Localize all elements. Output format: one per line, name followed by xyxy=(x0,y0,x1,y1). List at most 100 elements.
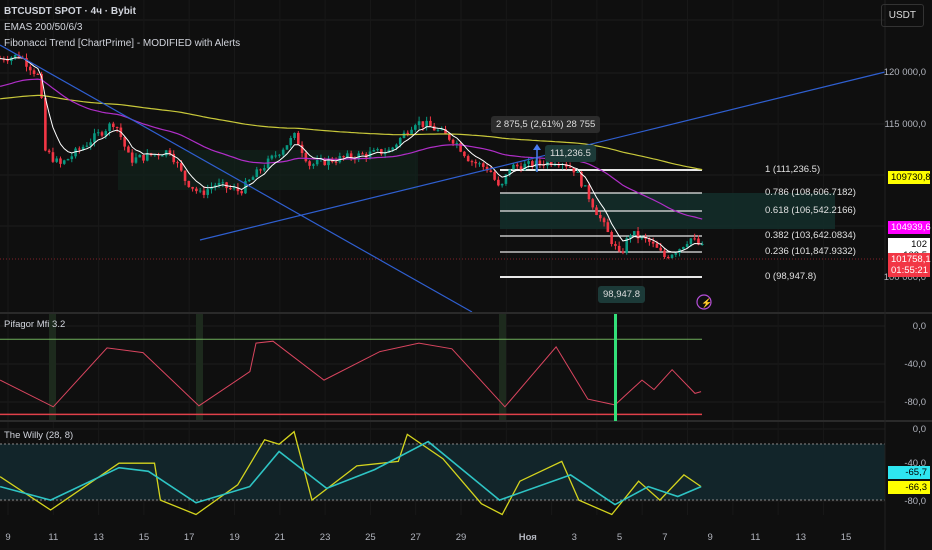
candle xyxy=(51,152,55,162)
candle xyxy=(398,137,402,145)
candle xyxy=(429,120,432,126)
candle xyxy=(89,142,92,146)
time-axis-label: 11 xyxy=(48,532,59,543)
candle xyxy=(436,129,440,131)
candle xyxy=(470,161,474,163)
mfi-title[interactable]: Pifagor Mfi 3.2 xyxy=(4,319,65,330)
candle xyxy=(614,244,617,246)
time-axis-label: 21 xyxy=(274,532,286,543)
price-label: 115 000,0 xyxy=(884,119,926,130)
candle xyxy=(632,231,636,236)
candle xyxy=(693,238,696,240)
time-axis-label: 27 xyxy=(410,532,421,543)
candle xyxy=(270,155,274,159)
candle xyxy=(289,137,293,146)
candle xyxy=(595,207,598,216)
lightning-glyph: ⚡ xyxy=(701,297,712,309)
candle xyxy=(527,161,530,164)
mfi-axis-label: -40,0 xyxy=(904,359,926,370)
willy-fast-tag: -66,3 xyxy=(888,481,930,494)
swing-low-label: 98,947.8 xyxy=(598,286,645,303)
time-axis-label: 15 xyxy=(138,532,150,543)
fib-level-label: 0.786 (108,606.7182) xyxy=(765,187,856,198)
candle xyxy=(414,125,417,130)
candle xyxy=(591,199,595,208)
candle xyxy=(221,182,225,184)
time-axis-label: 13 xyxy=(93,532,104,543)
candle xyxy=(417,121,421,126)
candle xyxy=(274,155,277,157)
candle xyxy=(198,190,202,192)
candle xyxy=(206,189,209,195)
time-axis-label: 9 xyxy=(707,532,713,543)
currency-button[interactable]: USDT xyxy=(880,4,924,27)
price-label: 120 000,0 xyxy=(883,67,926,78)
candle xyxy=(62,160,66,164)
time-axis-label: 23 xyxy=(319,532,331,543)
measure-tooltip: 2 875,5 (2,61%) 28 755 xyxy=(491,116,601,133)
candle xyxy=(538,160,542,165)
ema200-tag: 109730,8 xyxy=(888,171,931,184)
candle xyxy=(263,168,266,171)
candle xyxy=(602,218,606,223)
ema50-tag: 104939,6 xyxy=(888,221,931,234)
symbol-title[interactable]: BTCUSDT SPOT · 4ч · Bybit xyxy=(4,6,136,17)
candle xyxy=(164,150,168,156)
candle xyxy=(100,132,104,136)
time-axis-label: Ноя xyxy=(518,532,537,543)
candle xyxy=(663,250,666,258)
candle xyxy=(346,153,349,158)
indicator-fib-legend[interactable]: Fibonacci Trend [ChartPrime] - MODIFIED … xyxy=(4,38,240,49)
fib-level-label: 0 (98,947.8) xyxy=(765,271,817,282)
candle xyxy=(342,156,345,158)
candle xyxy=(202,190,206,195)
candle xyxy=(78,148,81,150)
candle xyxy=(6,60,9,62)
candle xyxy=(127,146,130,153)
candle xyxy=(583,185,587,187)
candle xyxy=(93,133,96,143)
candle xyxy=(380,149,383,155)
time-axis-label: 9 xyxy=(5,532,11,543)
candle xyxy=(515,164,519,167)
candle xyxy=(655,243,659,248)
candle xyxy=(493,172,496,180)
candle xyxy=(421,121,425,127)
candle xyxy=(312,164,315,166)
candle xyxy=(47,150,51,153)
willy-title[interactable]: The Willy (28, 8) xyxy=(4,430,73,441)
candle xyxy=(229,188,232,190)
indicator-ema-legend[interactable]: EMAS 200/50/6/3 xyxy=(4,22,82,33)
candle xyxy=(478,163,481,165)
fib-level-label: 0.618 (106,542.2166) xyxy=(765,205,856,216)
time-axis-label: 7 xyxy=(662,532,668,543)
candle xyxy=(689,238,693,245)
candle xyxy=(651,241,655,244)
candle xyxy=(278,154,281,156)
candle xyxy=(240,191,243,194)
candle xyxy=(466,156,470,162)
candle xyxy=(232,187,236,189)
mfi-line xyxy=(0,340,702,408)
time-axis-label: 13 xyxy=(795,532,807,543)
candle xyxy=(391,147,394,150)
candle xyxy=(659,247,662,251)
candle xyxy=(108,123,111,132)
candle xyxy=(96,132,100,134)
candle xyxy=(55,158,58,162)
bar-countdown: 01:55:21 xyxy=(891,265,928,276)
candle xyxy=(187,180,191,187)
candle xyxy=(670,254,674,259)
candle xyxy=(112,123,115,127)
measure-arrowhead xyxy=(533,144,541,150)
last-price: 101758,1 xyxy=(891,254,931,265)
candle xyxy=(315,159,319,165)
fib-level-label: 0.236 (101,847.9332) xyxy=(765,246,856,257)
candle xyxy=(134,157,138,163)
candle xyxy=(130,152,134,163)
last-price-tag: 101758,1 01:55:21 xyxy=(888,253,931,277)
time-axis-label: 29 xyxy=(455,532,467,543)
candle xyxy=(576,171,579,173)
candle xyxy=(66,159,70,161)
candle xyxy=(455,143,459,145)
